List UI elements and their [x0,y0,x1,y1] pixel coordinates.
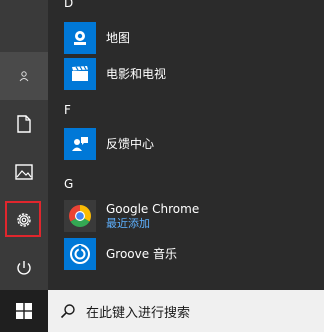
feedback-hub-icon [64,128,96,160]
section-letter-d[interactable]: D [64,0,73,10]
app-item-feedback-hub[interactable]: 反馈中心 [64,127,324,161]
settings-highlight-box [5,201,41,237]
recently-added-label: 最近添加 [106,216,150,230]
app-item-movies-tv[interactable]: 电影和电视 [64,57,324,91]
app-name: 地图 [106,30,131,45]
start-menu: D 地图 电影和电视 F 反馈中心 G Google Chrome 最近添加 G… [0,0,324,290]
app-name: 电影和电视 [106,66,167,81]
pictures-button[interactable] [0,148,48,196]
power-button[interactable] [0,244,48,292]
start-rail [0,0,48,290]
app-name: 反馈中心 [106,136,155,151]
movies-tv-icon [64,58,96,90]
documents-icon [17,115,31,133]
pictures-icon [15,164,33,180]
search-placeholder: 在此键入进行搜索 [86,305,191,321]
taskbar-search-box[interactable]: 在此键入进行搜索 [48,290,324,332]
user-icon [19,71,29,82]
search-icon [60,303,76,319]
windows-logo-icon [16,303,32,319]
app-list: D 地图 电影和电视 F 反馈中心 G Google Chrome 最近添加 G… [48,0,324,290]
groove-music-icon [64,238,96,270]
taskbar: 在此键入进行搜索 [0,290,324,332]
app-name: Groove 音乐 [106,246,177,261]
power-icon [17,261,31,275]
start-button[interactable] [0,290,48,332]
app-name: Google Chrome [106,201,200,216]
section-letter-f[interactable]: F [64,103,71,117]
app-item-maps[interactable]: 地图 [64,21,324,55]
app-item-groove-music[interactable]: Groove 音乐 [64,237,324,271]
chrome-icon [64,200,96,232]
app-item-google-chrome[interactable]: Google Chrome 最近添加 [64,199,324,233]
maps-icon [64,22,96,54]
section-letter-g[interactable]: G [64,177,73,191]
user-account-button[interactable] [0,52,48,100]
documents-button[interactable] [0,100,48,148]
